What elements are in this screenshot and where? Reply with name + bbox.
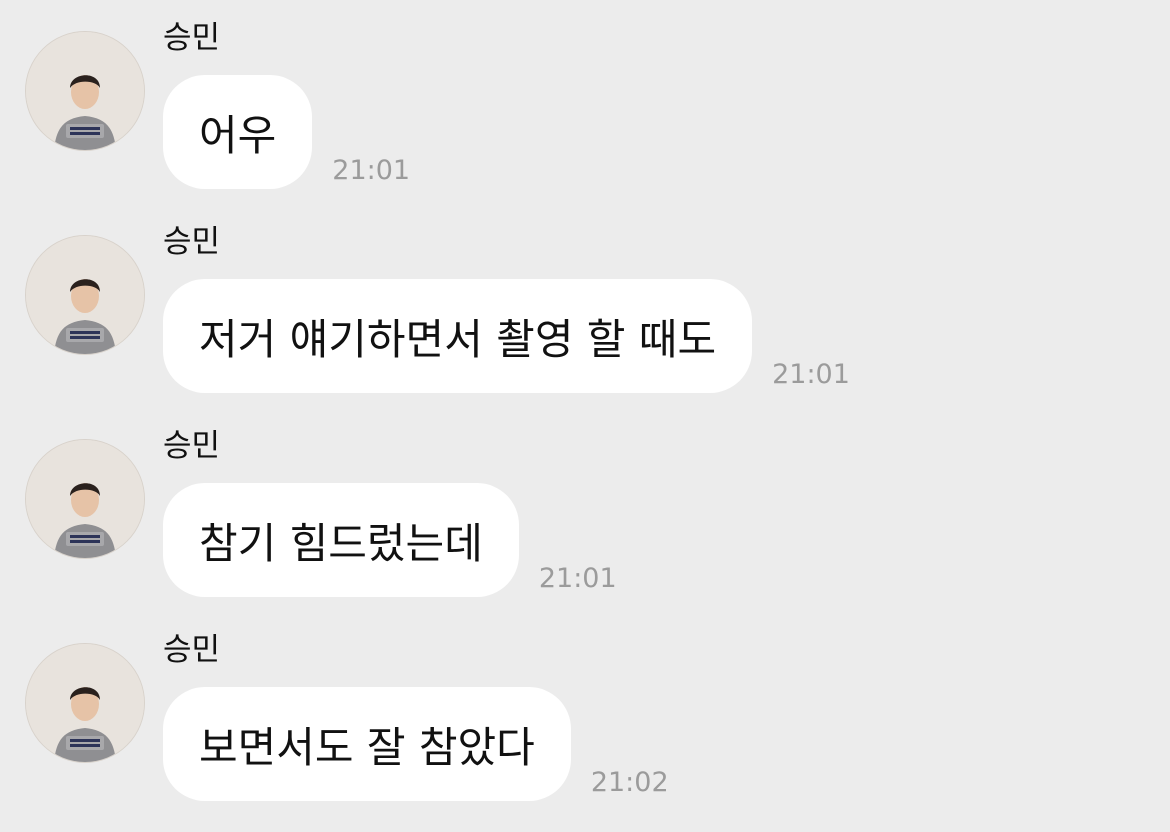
message-row: 보면서도 잘 참았다 21:02 — [163, 687, 669, 801]
message-bubble[interactable]: 참기 힘드렀는데 — [163, 483, 519, 597]
sender-name: 승민 — [163, 428, 221, 464]
avatar[interactable] — [25, 235, 145, 355]
message-timestamp: 21:01 — [538, 563, 617, 594]
sender-name: 승민 — [163, 224, 221, 260]
avatar[interactable] — [25, 439, 145, 559]
chat-message: 승민 저거 얘기하면서 촬영 할 때도 21:01 — [0, 204, 1170, 408]
avatar[interactable] — [25, 643, 145, 763]
message-row: 어우 21:01 — [163, 75, 410, 189]
message-bubble[interactable]: 어우 — [163, 75, 313, 189]
message-row: 참기 힘드렀는데 21:01 — [163, 483, 617, 597]
profile-photo-icon — [26, 236, 144, 354]
sender-name: 승민 — [163, 20, 221, 56]
message-row: 저거 얘기하면서 촬영 할 때도 21:01 — [163, 279, 850, 393]
chat-message: 승민 어우 21:01 — [0, 0, 1170, 204]
message-timestamp: 21:01 — [772, 359, 850, 390]
message-timestamp: 21:01 — [332, 155, 411, 186]
profile-photo-icon — [26, 440, 144, 558]
avatar[interactable] — [25, 31, 145, 151]
message-bubble[interactable]: 저거 얘기하면서 촬영 할 때도 — [163, 279, 753, 393]
message-bubble[interactable]: 보면서도 잘 참았다 — [163, 687, 571, 801]
profile-photo-icon — [26, 32, 144, 150]
chat-message-list: 승민 어우 21:01 승민 저거 얘기하면서 촬영 할 때도 21:01 승민… — [0, 0, 1170, 832]
chat-message: 승민 보면서도 잘 참았다 21:02 — [0, 612, 1170, 816]
sender-name: 승민 — [163, 632, 221, 668]
message-timestamp: 21:02 — [590, 767, 669, 798]
profile-photo-icon — [26, 644, 144, 762]
chat-message: 승민 참기 힘드렀는데 21:01 — [0, 408, 1170, 612]
